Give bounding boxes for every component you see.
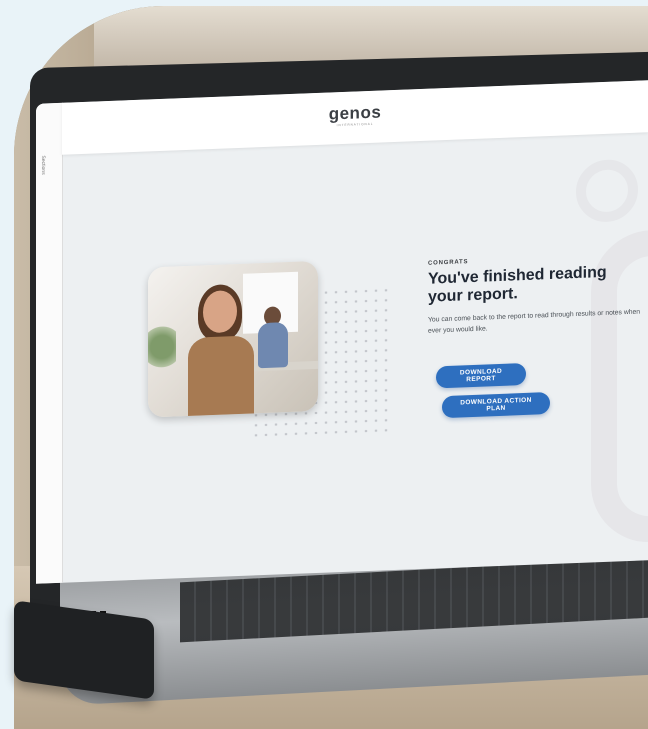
genos-logo[interactable]: genos INTERNATIONAL [62,92,648,138]
completion-panel: CONGRATS You've finished reading your re… [428,252,648,419]
download-report-button[interactable]: DOWNLOAD REPORT [436,362,526,389]
laptop-screen: Sections genos INTERNATIONAL CONGRATS Yo… [36,80,648,584]
laptop-ports [90,602,118,615]
logo-wordmark: genos [328,102,382,124]
sidebar-label[interactable]: Sections [40,155,46,174]
page-title: You've finished reading your report. [428,263,607,307]
decorative-ring [576,158,638,224]
sidebar: Sections [36,102,63,584]
hero-image [148,260,318,418]
download-action-plan-button[interactable]: DOWNLOAD ACTION PLAN [442,392,550,419]
